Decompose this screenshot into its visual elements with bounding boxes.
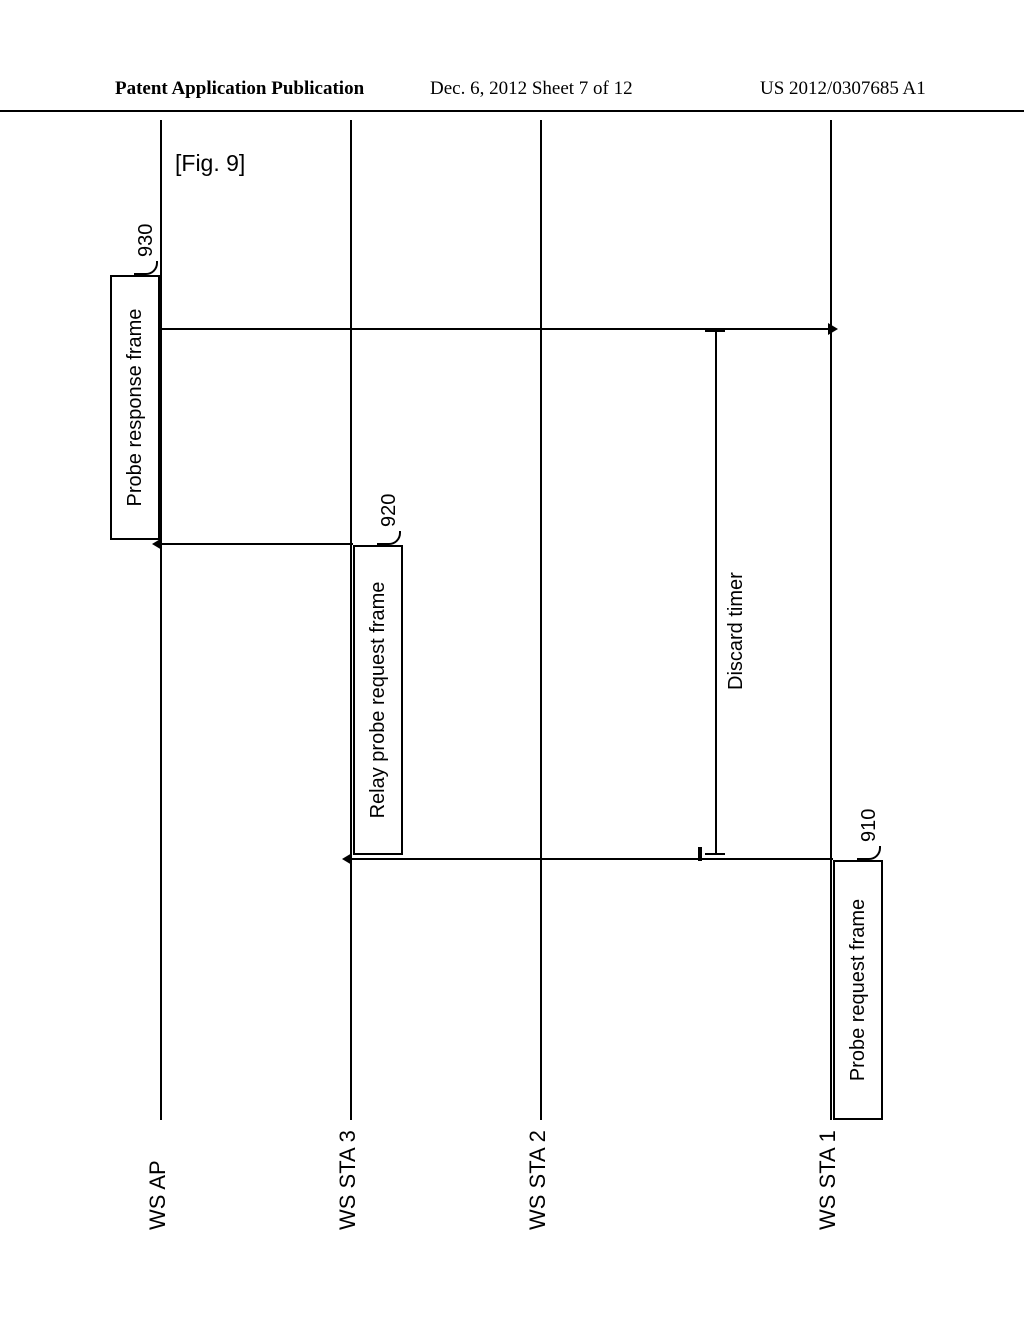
lane-label-ws-sta3: WS STA 3	[335, 1130, 361, 1230]
lifeline-ws-sta3	[350, 120, 352, 1120]
ref-curve-920	[377, 531, 401, 545]
header-date-sheet: Dec. 6, 2012 Sheet 7 of 12	[430, 78, 633, 100]
ref-label-930: 930	[135, 224, 158, 257]
sequence-diagram: WS AP WS STA 3 WS STA 2 WS STA 1 Probe r…	[0, 350, 1000, 990]
page-header: Patent Application Publication Dec. 6, 2…	[0, 78, 1024, 112]
ref-curve-910	[857, 846, 881, 860]
arrow-response-to-sta1	[162, 328, 830, 330]
discard-timer-label: Discard timer	[725, 572, 748, 690]
probe-request-frame-label: Probe request frame	[847, 899, 870, 1081]
relay-probe-request-frame-label: Relay probe request frame	[367, 582, 390, 819]
lifeline-ws-ap	[160, 120, 162, 1120]
header-patent-number: US 2012/0307685 A1	[760, 78, 926, 100]
lifeline-ws-sta2	[540, 120, 542, 1120]
discard-timer-right-tick	[705, 330, 725, 332]
lifeline-ws-sta1	[830, 120, 832, 1120]
probe-request-frame-box: Probe request frame	[833, 860, 883, 1120]
probe-response-frame-label: Probe response frame	[124, 309, 147, 507]
arrow-probe-request-to-sta3	[350, 858, 833, 860]
lane-label-ws-sta2: WS STA 2	[525, 1130, 551, 1230]
figure-number-label: [Fig. 9]	[175, 150, 245, 177]
relay-probe-request-frame-box: Relay probe request frame	[353, 545, 403, 855]
lane-label-ws-ap: WS AP	[145, 1160, 171, 1230]
probe-response-frame-box: Probe response frame	[110, 275, 160, 540]
ref-label-920: 920	[378, 494, 401, 527]
lane-label-ws-sta1: WS STA 1	[815, 1130, 841, 1230]
ref-label-910: 910	[858, 809, 881, 842]
ref-curve-930	[134, 261, 158, 275]
discard-timer-span	[715, 330, 717, 855]
discard-timer-left-tick	[705, 853, 725, 855]
arrow-relay-to-ap	[160, 543, 353, 545]
header-publication: Patent Application Publication	[115, 78, 364, 100]
